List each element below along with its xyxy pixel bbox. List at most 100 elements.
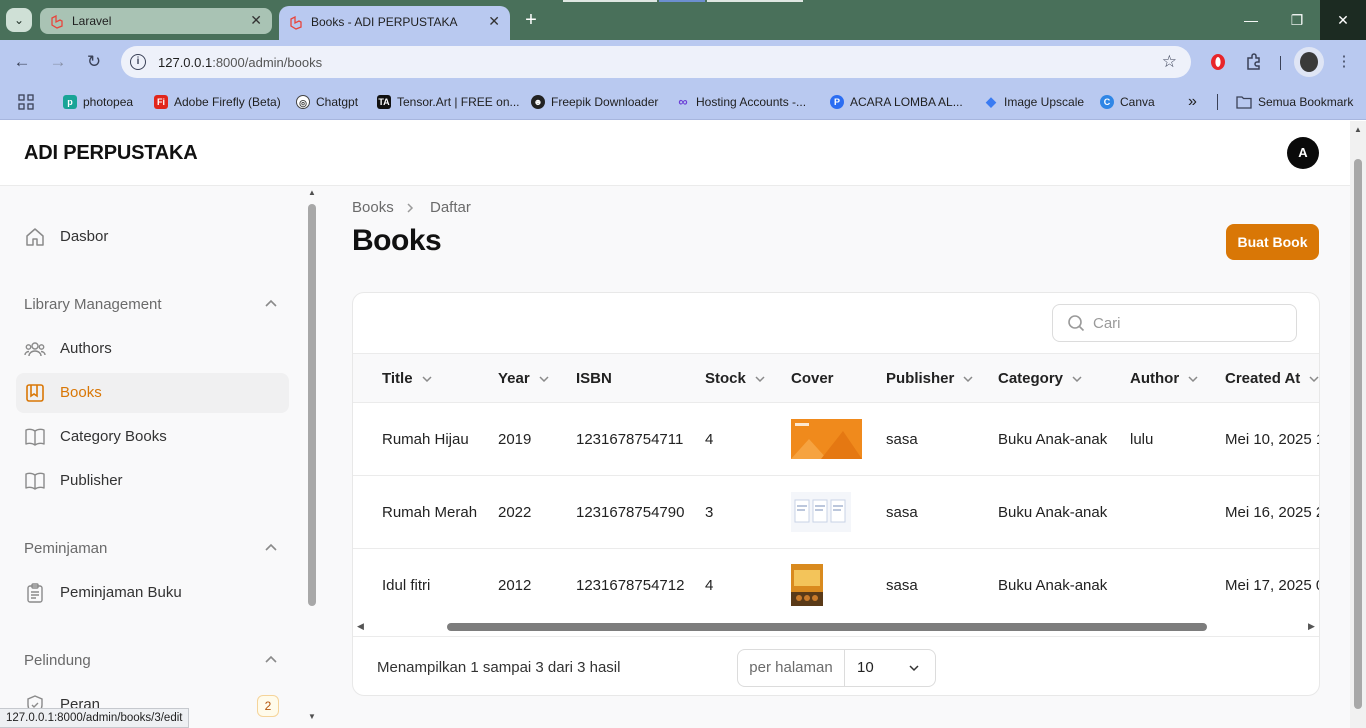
- group-label-library-management[interactable]: Library Management: [24, 296, 162, 313]
- scroll-left-arrow[interactable]: ◀: [357, 621, 364, 632]
- page-viewport: ADI PERPUSTAKA A Dasbor Library Manageme…: [0, 121, 1366, 728]
- back-button[interactable]: ←: [12, 52, 32, 72]
- chevron-right-icon: [407, 203, 414, 213]
- chevron-up-icon[interactable]: [263, 540, 279, 556]
- scroll-down-arrow[interactable]: ▼: [308, 712, 316, 721]
- sidebar-item-label: Dasbor: [60, 228, 109, 245]
- bookmark-tensor-art[interactable]: TA Tensor.Art | FREE on...: [377, 93, 520, 111]
- table-header: Title Year ISBN Stock Cover Publisher Ca…: [353, 353, 1319, 403]
- apps-grid-icon[interactable]: [18, 93, 34, 111]
- cell-isbn: 1231678754790: [576, 504, 685, 521]
- brand-name[interactable]: ADI PERPUSTAKA: [24, 142, 198, 165]
- sidebar-scroll-thumb[interactable]: [308, 204, 316, 606]
- page-scroll-thumb[interactable]: [1354, 159, 1362, 709]
- chatgpt-icon: ◎: [296, 95, 310, 109]
- bookmarks-overflow-button[interactable]: »: [1188, 93, 1197, 111]
- sidebar-item-category-books[interactable]: Category Books: [16, 417, 289, 457]
- bookmark-adobe-firefly[interactable]: Fi Adobe Firefly (Beta): [154, 93, 281, 111]
- extensions-puzzle-icon[interactable]: [1244, 52, 1264, 72]
- address-bar[interactable]: i 127.0.0.1:8000/admin/books ☆: [121, 46, 1191, 78]
- tab-books[interactable]: Books - ADI PERPUSTAKA ✕: [279, 6, 510, 40]
- home-icon: [26, 228, 44, 246]
- breadcrumb-books[interactable]: Books: [352, 199, 394, 216]
- chevron-down-icon: [1188, 375, 1198, 382]
- sidebar-item-label: Publisher: [60, 472, 123, 489]
- extension-icon[interactable]: [1208, 52, 1228, 72]
- scroll-up-arrow[interactable]: ▲: [308, 188, 316, 197]
- scroll-up-arrow[interactable]: ▲: [1354, 125, 1362, 134]
- table-horizontal-scrollbar[interactable]: ◀ ▶: [353, 618, 1319, 636]
- tab-close-icon[interactable]: ✕: [250, 12, 262, 29]
- bookmark-label: Hosting Accounts -...: [696, 95, 807, 109]
- column-header-author[interactable]: Author: [1130, 370, 1199, 387]
- page-title: Books: [352, 224, 442, 257]
- sidebar-item-authors[interactable]: Authors: [16, 329, 289, 369]
- bookmark-label: Tensor.Art | FREE on...: [397, 95, 520, 109]
- table-scroll-thumb[interactable]: [447, 623, 1207, 631]
- table-row[interactable]: Rumah Merah 2022 1231678754790 3 sasa Bu…: [353, 476, 1319, 549]
- bookmark-image-upscale[interactable]: ◆ Image Upscale: [984, 93, 1084, 111]
- bookmark-chatgpt[interactable]: ◎ Chatgpt: [296, 93, 358, 111]
- tab-laravel[interactable]: Laravel ✕: [40, 8, 272, 34]
- laravel-icon: [51, 15, 63, 29]
- page-scrollbar[interactable]: ▲: [1350, 121, 1366, 728]
- minimize-button[interactable]: —: [1228, 0, 1274, 40]
- cell-year: 2012: [498, 577, 532, 594]
- create-book-button[interactable]: Buat Book: [1226, 224, 1319, 260]
- book-icon: [26, 384, 44, 402]
- profile-avatar[interactable]: [1294, 47, 1324, 77]
- group-label-pelindung[interactable]: Pelindung: [24, 652, 91, 669]
- column-header-stock[interactable]: Stock: [705, 370, 766, 387]
- forward-button[interactable]: →: [48, 52, 68, 72]
- bookmark-canva[interactable]: C Canva: [1100, 93, 1155, 111]
- tab-search-button[interactable]: ⌄: [6, 8, 32, 32]
- sidebar-scrollbar[interactable]: ▲ ▼: [305, 186, 319, 728]
- bookmark-freepik-downloader[interactable]: ☻ Freepik Downloader: [531, 93, 658, 111]
- group-label-peminjaman[interactable]: Peminjaman: [24, 540, 107, 557]
- user-avatar[interactable]: A: [1287, 137, 1319, 169]
- column-header-title[interactable]: Title: [382, 370, 433, 387]
- bookmark-acara-lomba[interactable]: P ACARA LOMBA AL...: [830, 93, 963, 111]
- sidebar-item-dasbor[interactable]: Dasbor: [16, 217, 289, 257]
- book-cover-image: [791, 419, 862, 459]
- chevron-down-icon: [755, 375, 765, 382]
- bookmark-hosting-accounts[interactable]: ∞ Hosting Accounts -...: [676, 93, 806, 111]
- restore-button[interactable]: ❐: [1274, 0, 1320, 40]
- table-row[interactable]: Rumah Hijau 2019 1231678754711 4 sasa Bu…: [353, 403, 1319, 476]
- bookmark-star-icon[interactable]: ☆: [1162, 52, 1177, 72]
- all-bookmarks-button[interactable]: Semua Bookmark: [1236, 93, 1353, 111]
- chevron-down-icon: [539, 375, 549, 382]
- new-tab-button[interactable]: +: [520, 8, 542, 32]
- canva-icon: C: [1100, 95, 1114, 109]
- sidebar-item-books[interactable]: Books: [16, 373, 289, 413]
- toolbar-separator: [1280, 56, 1281, 70]
- browser-menu-icon[interactable]: ⋮: [1334, 52, 1354, 72]
- sidebar-item-label: Peminjaman Buku: [60, 584, 182, 601]
- sidebar-item-publisher[interactable]: Publisher: [16, 461, 289, 501]
- chevron-down-icon: [1309, 375, 1319, 382]
- tab-close-icon[interactable]: ✕: [488, 13, 500, 30]
- chevron-up-icon[interactable]: [263, 652, 279, 668]
- column-header-category[interactable]: Category: [998, 370, 1083, 387]
- sidebar-item-peminjaman-buku[interactable]: Peminjaman Buku: [16, 573, 289, 613]
- table-row[interactable]: Idul fitri 2012 1231678754712 4 sasa Buk…: [353, 549, 1319, 622]
- image-upscale-icon: ◆: [986, 94, 996, 109]
- address-url[interactable]: 127.0.0.1:8000/admin/books: [158, 55, 322, 70]
- chevron-up-icon[interactable]: [263, 296, 279, 312]
- site-info-icon[interactable]: i: [130, 54, 146, 70]
- column-header-cover: Cover: [791, 370, 834, 387]
- bookmark-photopea[interactable]: p photopea: [63, 93, 133, 111]
- per-page-select[interactable]: per halaman 10: [737, 649, 936, 687]
- column-header-created-at[interactable]: Created At: [1225, 370, 1319, 387]
- scroll-right-arrow[interactable]: ▶: [1308, 621, 1315, 632]
- reload-button[interactable]: ↻: [84, 52, 104, 72]
- browser-toolbar: ← → ↻ i 127.0.0.1:8000/admin/books ☆ ⋮: [0, 40, 1366, 84]
- close-window-button[interactable]: ✕: [1320, 0, 1366, 40]
- search-input[interactable]: Cari: [1052, 304, 1297, 342]
- browser-tab-strip: ⌄ Laravel ✕ Books - ADI PERPUSTAKA ✕ + —…: [0, 0, 1366, 40]
- per-page-label: per halaman: [738, 650, 845, 686]
- bookmark-label: Freepik Downloader: [551, 95, 659, 109]
- column-header-publisher[interactable]: Publisher: [886, 370, 974, 387]
- folder-icon: [1236, 96, 1252, 109]
- column-header-year[interactable]: Year: [498, 370, 550, 387]
